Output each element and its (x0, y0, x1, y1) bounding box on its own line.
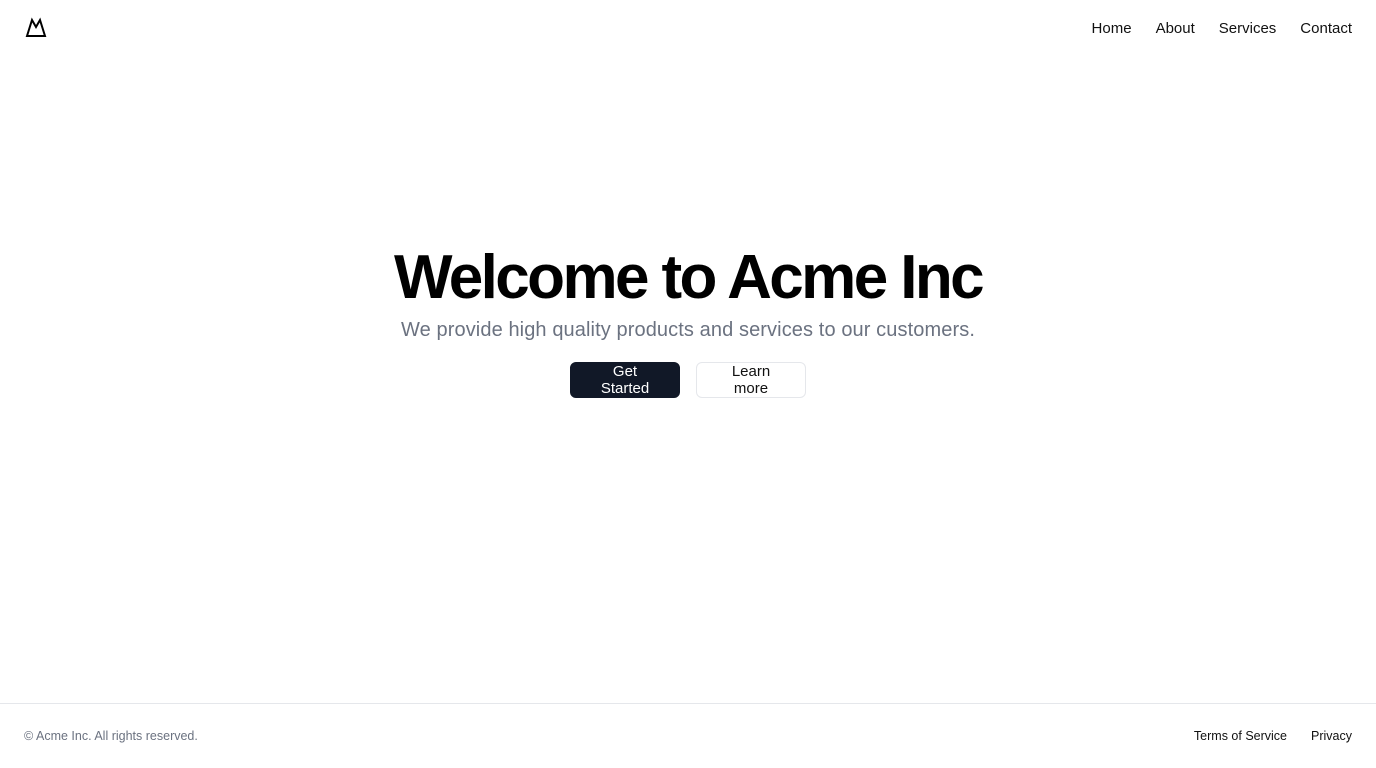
landing-page: Home About Services Contact Welcome to A… (0, 0, 1376, 768)
nav-contact-link[interactable]: Contact (1300, 20, 1352, 37)
hero-section: Welcome to Acme Inc We provide high qual… (0, 240, 1376, 398)
mountain-icon (24, 16, 48, 40)
learn-more-button[interactable]: Learn more (696, 362, 806, 398)
hero-actions: Get Started Learn more (570, 362, 806, 398)
site-header: Home About Services Contact (0, 0, 1376, 56)
footer-links: Terms of Service Privacy (1194, 729, 1352, 743)
nav-services-link[interactable]: Services (1219, 20, 1277, 37)
hero-subtitle: We provide high quality products and ser… (401, 319, 975, 341)
hero-title: Welcome to Acme Inc (393, 243, 985, 312)
logo-link[interactable] (24, 16, 48, 40)
privacy-link[interactable]: Privacy (1311, 729, 1352, 743)
nav-about-link[interactable]: About (1156, 20, 1195, 37)
main-nav: Home About Services Contact (1092, 20, 1352, 37)
terms-of-service-link[interactable]: Terms of Service (1194, 729, 1287, 743)
get-started-button[interactable]: Get Started (570, 362, 680, 398)
nav-home-link[interactable]: Home (1092, 20, 1132, 37)
copyright-text: © Acme Inc. All rights reserved. (24, 729, 198, 743)
site-footer: © Acme Inc. All rights reserved. Terms o… (0, 703, 1376, 768)
